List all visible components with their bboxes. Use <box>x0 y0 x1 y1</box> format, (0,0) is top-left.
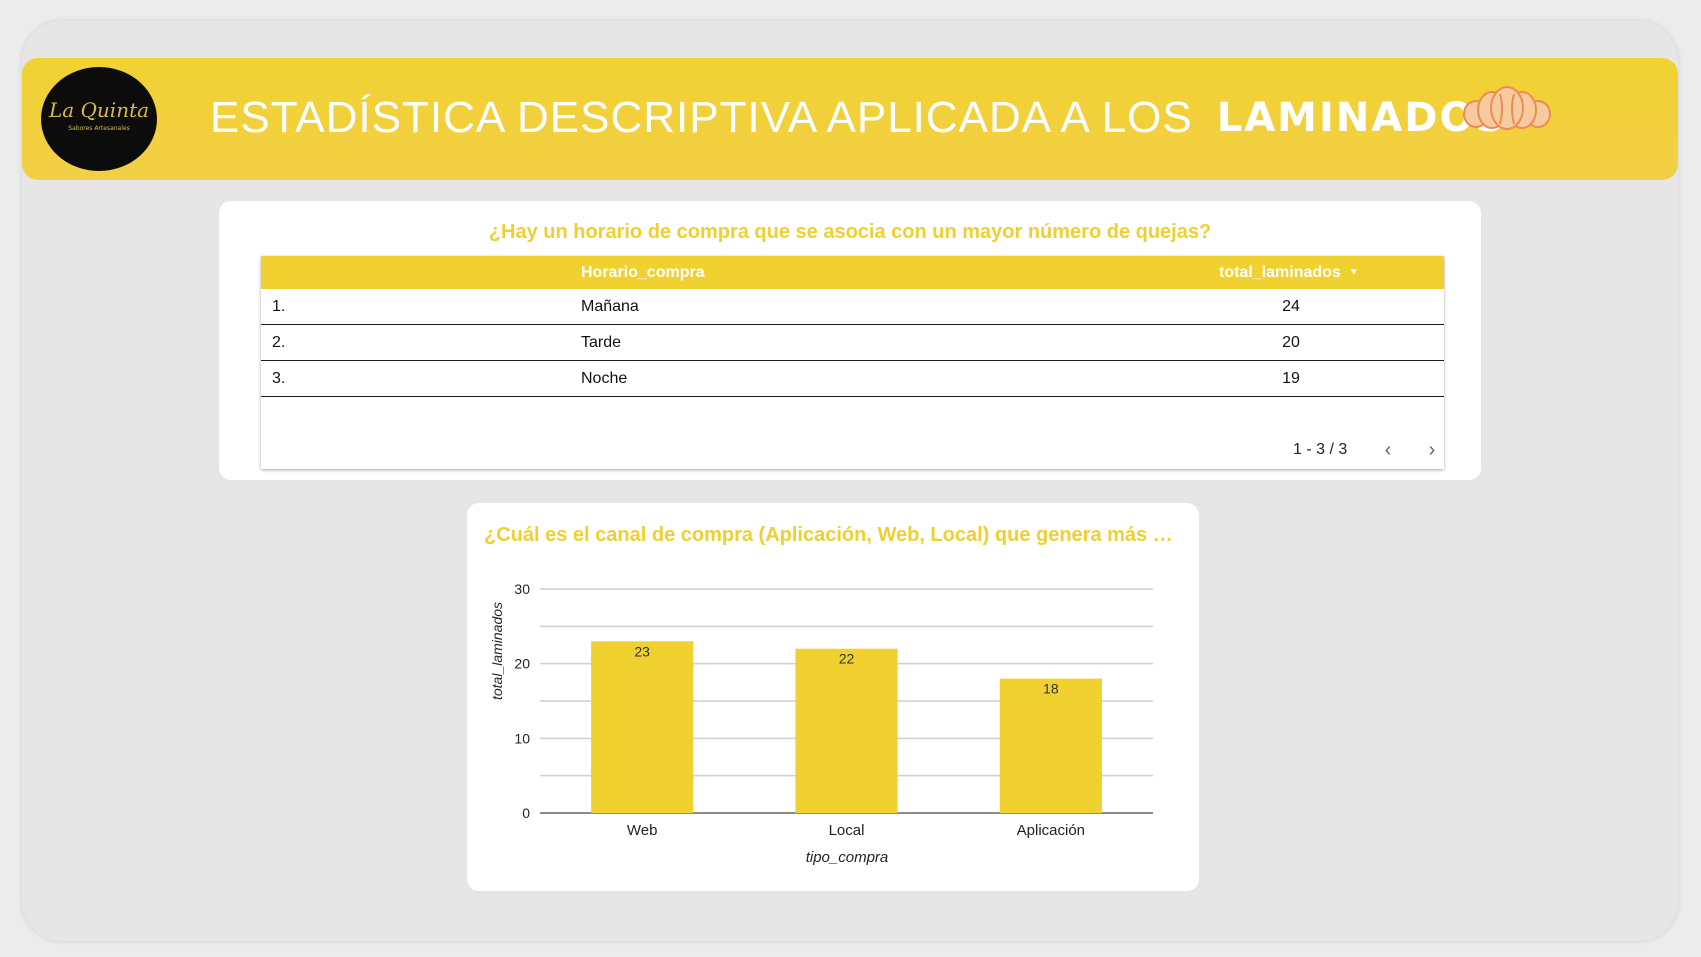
bar-local[interactable] <box>795 648 898 813</box>
bar-chart: 0 10 20 30 23 22 18 Web Local Aplicación tipo_c… <box>489 581 1153 866</box>
bar-aplicación[interactable] <box>999 678 1102 813</box>
y-tick-label: 20 <box>514 656 530 672</box>
bar-data-label: 22 <box>839 651 855 667</box>
column-header-horario[interactable]: Horario_compra <box>581 264 705 282</box>
y-tick-label: 30 <box>514 581 530 597</box>
column-header-total-label: total_laminados <box>1219 264 1341 281</box>
row-category: Noche <box>581 370 628 387</box>
schedule-table: Horario_compra total_laminados ▼ 1. Mañan… <box>261 256 1444 469</box>
table-header: Horario_compra total_laminados ▼ <box>261 256 1444 289</box>
logo-artwork: La Quinta Sabores Artesanales <box>48 98 149 132</box>
row-category: Tarde <box>581 334 622 351</box>
logo-subtext: Sabores Artesanales <box>68 125 129 132</box>
chart-bars: 23 22 18 <box>591 641 1102 813</box>
page-title: ESTADÍSTICA DESCRIPTIVA APLICADA A LOS L… <box>210 86 1506 150</box>
sort-desc-icon[interactable]: ▼ <box>1349 267 1359 278</box>
y-tick-label: 10 <box>514 730 530 746</box>
table-row: 1. Mañana 24 <box>261 289 1444 325</box>
bar-web[interactable] <box>591 641 694 813</box>
y-axis-ticks: 0 10 20 30 <box>514 581 530 821</box>
header-banner: La Quinta Sabores Artesanales ESTADÍSTIC… <box>22 58 1678 180</box>
chevron-right-icon[interactable]: › <box>1420 438 1444 462</box>
bar-data-label: 23 <box>634 643 650 659</box>
logo-text: La Quinta <box>48 98 149 122</box>
x-tick-label: Local <box>829 822 865 839</box>
complaints-by-schedule-card: ¿Hay un horario de compra que se asocia … <box>219 201 1481 480</box>
y-tick-label: 0 <box>522 805 530 821</box>
column-header-total[interactable]: total_laminados ▼ <box>1219 264 1359 282</box>
table-row: 3. Noche 19 <box>261 361 1444 397</box>
page-title-light: ESTADÍSTICA DESCRIPTIVA APLICADA A LOS <box>210 93 1193 142</box>
table-title: ¿Hay un horario de compra que se asocia … <box>488 221 1212 243</box>
row-index: 3. <box>272 370 286 387</box>
row-category: Mañana <box>581 298 639 315</box>
pager-text: 1 - 3 / 3 <box>1293 441 1348 458</box>
y-axis-label: total_laminados <box>489 602 505 700</box>
row-index: 1. <box>272 298 286 315</box>
row-value: 24 <box>1282 298 1300 315</box>
x-axis-ticks: Web Local Aplicación <box>627 822 1085 839</box>
row-index: 2. <box>272 334 286 351</box>
x-tick-label: Aplicación <box>1017 822 1085 839</box>
row-value: 19 <box>1282 370 1300 387</box>
row-value: 20 <box>1282 334 1300 351</box>
bar-data-label: 18 <box>1043 681 1059 697</box>
x-axis-label: tipo_compra <box>806 849 889 866</box>
croissant-icon <box>1463 86 1551 130</box>
brand-logo: La Quinta Sabores Artesanales <box>41 67 157 171</box>
x-tick-label: Web <box>627 822 658 839</box>
complaints-by-channel-card: ¿Cuál es el canal de compra (Aplicación,… <box>467 503 1199 891</box>
table-row: 2. Tarde 20 <box>261 325 1444 361</box>
chevron-left-icon[interactable]: ‹ <box>1376 438 1400 462</box>
